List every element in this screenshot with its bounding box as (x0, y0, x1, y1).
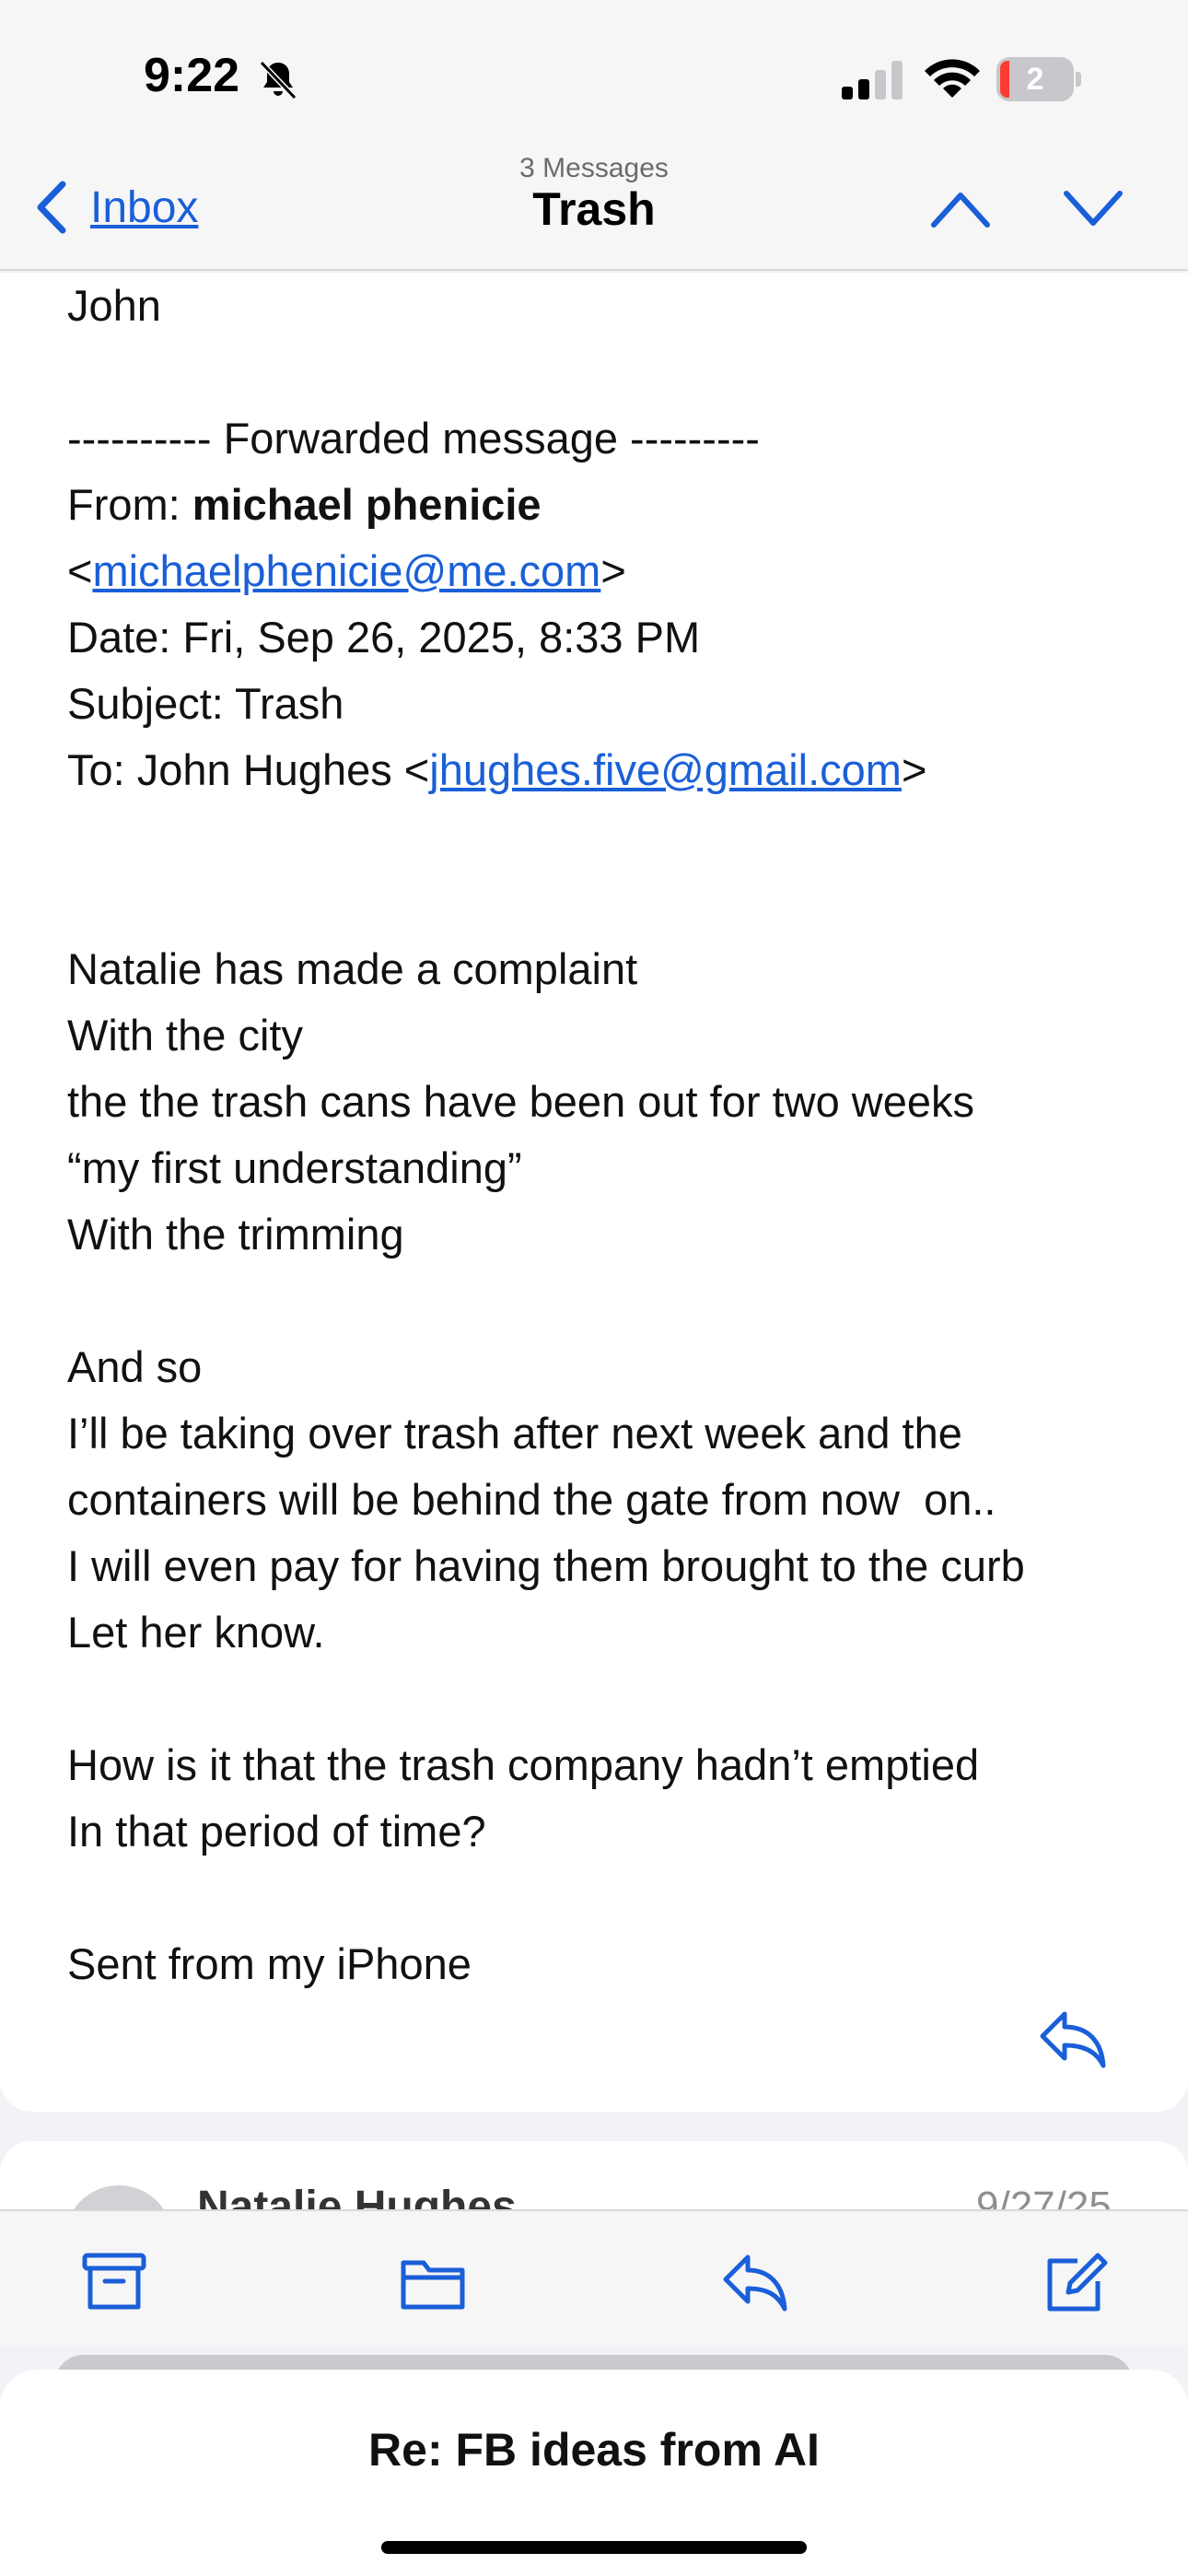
battery-icon: 2 (996, 57, 1081, 101)
from-label: From: (67, 480, 192, 529)
message-body: John ---------- Forwarded message ------… (67, 273, 1136, 1997)
message-body-lines: Natalie has made a complaint With the ci… (67, 936, 1136, 1997)
from-email-link[interactable]: michaelphenicie@me.com (92, 546, 600, 595)
from-email-line: <michaelphenicie@me.com> (67, 538, 1136, 604)
chevron-up-icon[interactable] (928, 186, 993, 232)
body-line (67, 1865, 1136, 1931)
draft-title: Re: FB ideas from AI (368, 2424, 820, 2476)
archive-icon[interactable] (79, 2250, 149, 2314)
battery-level: 2 (1026, 62, 1044, 97)
from-line: From: michael phenicie (67, 472, 1136, 538)
to-label: To: John Hughes < (67, 745, 430, 794)
body-line: With the city (67, 1011, 303, 1060)
draft-sheet[interactable]: Re: FB ideas from AI (0, 2370, 1188, 2576)
body-line: Natalie has made a complaint (67, 944, 638, 993)
body-line: Let her know. (67, 1608, 325, 1657)
bracket-open: < (67, 546, 93, 595)
body-line: With the trimming (67, 1210, 404, 1259)
status-bar: 9:22 2 (0, 0, 1188, 147)
body-line: And so (67, 1342, 203, 1391)
subject-line: Subject: Trash (67, 679, 344, 728)
bottom-toolbar (0, 2209, 1188, 2346)
cellular-signal-icon (842, 61, 903, 100)
to-close: > (901, 745, 927, 794)
reply-icon[interactable] (1037, 2007, 1109, 2071)
chevron-down-icon[interactable] (1061, 186, 1125, 232)
body-line: containers will be behind the gate from … (67, 1475, 996, 1524)
reply-icon[interactable] (720, 2250, 790, 2314)
body-line (67, 1666, 1136, 1732)
bracket-close: > (600, 546, 626, 595)
nav-bar: 3 Messages Trash Inbox (0, 147, 1188, 271)
back-button[interactable]: Inbox (33, 175, 198, 240)
back-label: Inbox (90, 182, 199, 232)
from-name: michael phenicie (192, 480, 542, 529)
body-line: “my first understanding” (67, 1143, 522, 1192)
body-line (67, 1268, 1136, 1334)
date-line: Date: Fri, Sep 26, 2025, 8:33 PM (67, 613, 701, 662)
to-line: To: John Hughes <jhughes.five@gmail.com> (67, 737, 1136, 803)
bell-slash-icon (259, 60, 297, 100)
body-line: the the trash cans have been out for two… (67, 1077, 974, 1126)
folder-icon[interactable] (398, 2250, 468, 2314)
message-card: John ---------- Forwarded message ------… (0, 273, 1188, 2112)
forward-header: ---------- Forwarded message --------- (67, 414, 760, 463)
compose-icon[interactable] (1041, 2250, 1111, 2314)
status-time: 9:22 (144, 49, 240, 102)
body-line: Sent from my iPhone (67, 1939, 472, 1988)
body-line: I’ll be taking over trash after next wee… (67, 1409, 962, 1458)
body-line: How is it that the trash company hadn’t … (67, 1740, 980, 1789)
chevron-left-icon (37, 181, 66, 234)
next-message-preview[interactable]: Natalie Hughes 9/27/25 (0, 2141, 1188, 2215)
to-email-link[interactable]: jhughes.five@gmail.com (429, 745, 902, 794)
body-line: In that period of time? (67, 1807, 486, 1856)
home-indicator[interactable] (381, 2541, 807, 2554)
wifi-icon (925, 59, 980, 98)
signoff-name: John (67, 281, 161, 330)
body-line: I will even pay for having them brought … (67, 1541, 1025, 1590)
mail-screen: 9:22 2 3 Messages Trash Inbox John -----… (0, 0, 1188, 2576)
